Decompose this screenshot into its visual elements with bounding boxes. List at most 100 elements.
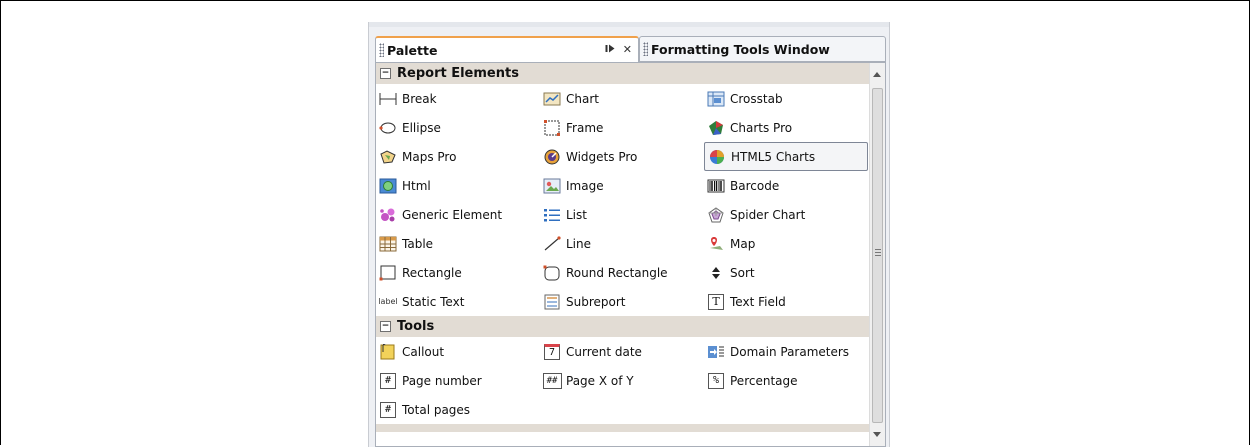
static-text-icon: label bbox=[378, 297, 398, 306]
tab-palette-label: Palette bbox=[387, 42, 438, 58]
palette-item-round-rectangle[interactable]: Round Rectangle bbox=[540, 258, 704, 287]
html-icon bbox=[378, 177, 398, 195]
palette-item-image[interactable]: Image bbox=[540, 171, 704, 200]
palette-item-list[interactable]: List bbox=[540, 200, 704, 229]
palette-item-rectangle[interactable]: Rectangle bbox=[376, 258, 540, 287]
break-icon bbox=[378, 90, 398, 108]
map-icon bbox=[706, 235, 726, 253]
item-label: HTML5 Charts bbox=[731, 149, 816, 164]
palette-item-charts-pro[interactable]: Charts Pro bbox=[704, 113, 870, 142]
palette-item-total-pages[interactable]: # Total pages bbox=[376, 395, 540, 424]
item-label: Maps Pro bbox=[402, 149, 457, 164]
palette-item-page-number[interactable]: # Page number bbox=[376, 366, 540, 395]
palette-item-percentage[interactable]: % Percentage bbox=[704, 366, 870, 395]
palette-item-domain-parameters[interactable]: Domain Parameters bbox=[704, 337, 870, 366]
percentage-glyph: % bbox=[708, 372, 724, 389]
tab-formatting-tools[interactable]: Formatting Tools Window bbox=[639, 36, 886, 62]
spider-chart-icon bbox=[706, 206, 726, 224]
line-icon bbox=[542, 235, 562, 253]
tab-formatting-label: Formatting Tools Window bbox=[651, 41, 830, 57]
report-elements-grid: Break Chart Crosstab Ellipse Frame Chart… bbox=[376, 84, 870, 316]
palette-item-html[interactable]: Html bbox=[376, 171, 540, 200]
item-label: Line bbox=[566, 236, 592, 251]
rectangle-icon bbox=[378, 264, 398, 282]
item-label: Barcode bbox=[730, 178, 780, 193]
tools-grid: Callout 7 Current date Domain Parameters… bbox=[376, 337, 870, 424]
item-label: Image bbox=[566, 178, 604, 193]
palette-item-widgets-pro[interactable]: Widgets Pro bbox=[540, 142, 704, 171]
section-title: Report Elements bbox=[397, 66, 519, 81]
palette-item-subreport[interactable]: Subreport bbox=[540, 287, 704, 316]
dock-icon[interactable] bbox=[605, 43, 616, 57]
section-title: Tools bbox=[397, 319, 435, 334]
calendar-glyph: 7 bbox=[544, 343, 560, 360]
palette-panel: − Report Elements Break Chart Crosstab E… bbox=[375, 62, 886, 447]
item-label: Rectangle bbox=[402, 265, 462, 280]
maps-pro-icon bbox=[378, 148, 398, 166]
collapse-icon[interactable]: − bbox=[380, 321, 391, 332]
page-x-of-y-glyph: ## bbox=[542, 372, 562, 389]
item-label: Generic Element bbox=[402, 207, 503, 222]
palette-content: − Report Elements Break Chart Crosstab E… bbox=[376, 63, 870, 432]
palette-item-sort[interactable]: Sort bbox=[704, 258, 870, 287]
item-label: Html bbox=[402, 178, 431, 193]
item-label: Frame bbox=[566, 120, 604, 135]
scroll-down-icon[interactable] bbox=[873, 432, 881, 437]
item-label: List bbox=[566, 207, 587, 222]
palette-item-break[interactable]: Break bbox=[376, 84, 540, 113]
palette-item-generic-element[interactable]: Generic Element bbox=[376, 200, 540, 229]
palette-item-ellipse[interactable]: Ellipse bbox=[376, 113, 540, 142]
palette-item-current-date[interactable]: 7 Current date bbox=[540, 337, 704, 366]
item-label: Page X of Y bbox=[566, 373, 634, 388]
palette-window: Palette ✕ Formatting Tools Window − Repo… bbox=[368, 22, 890, 447]
item-label: Subreport bbox=[566, 294, 626, 309]
palette-item-frame[interactable]: Frame bbox=[540, 113, 704, 142]
drag-grip-icon[interactable] bbox=[643, 42, 648, 56]
palette-item-chart[interactable]: Chart bbox=[540, 84, 704, 113]
item-label: Widgets Pro bbox=[566, 149, 638, 164]
item-label: Percentage bbox=[730, 373, 798, 388]
palette-item-barcode[interactable]: Barcode bbox=[704, 171, 870, 200]
palette-item-text-field[interactable]: T Text Field bbox=[704, 287, 870, 316]
total-pages-glyph: # bbox=[380, 401, 396, 418]
palette-item-html5-charts[interactable]: HTML5 Charts bbox=[704, 142, 868, 171]
item-label: Table bbox=[402, 236, 434, 251]
palette-item-map[interactable]: Map bbox=[704, 229, 870, 258]
close-icon[interactable]: ✕ bbox=[623, 43, 632, 57]
palette-item-spider-chart[interactable]: Spider Chart bbox=[704, 200, 870, 229]
text-field-icon: T bbox=[706, 293, 726, 311]
item-label: Domain Parameters bbox=[730, 344, 850, 359]
palette-item-maps-pro[interactable]: Maps Pro bbox=[376, 142, 540, 171]
current-date-icon: 7 bbox=[542, 343, 562, 361]
item-label: Total pages bbox=[402, 402, 471, 417]
list-icon bbox=[542, 206, 562, 224]
section-tools[interactable]: − Tools bbox=[376, 316, 870, 337]
palette-item-callout[interactable]: Callout bbox=[376, 337, 540, 366]
scroll-up-icon[interactable] bbox=[873, 72, 881, 77]
collapse-icon[interactable]: − bbox=[380, 68, 391, 79]
palette-item-table[interactable]: Table bbox=[376, 229, 540, 258]
percentage-icon: % bbox=[706, 372, 726, 390]
palette-item-page-x-of-y[interactable]: ## Page X of Y bbox=[540, 366, 704, 395]
section-report-elements[interactable]: − Report Elements bbox=[376, 63, 870, 84]
next-section-header bbox=[376, 424, 870, 432]
table-icon bbox=[378, 235, 398, 253]
page-number-icon: # bbox=[378, 372, 398, 390]
drag-grip-icon[interactable] bbox=[379, 43, 384, 57]
tab-palette[interactable]: Palette ✕ bbox=[375, 36, 639, 62]
palette-item-line[interactable]: Line bbox=[540, 229, 704, 258]
callout-icon bbox=[378, 343, 398, 361]
item-label: Chart bbox=[566, 91, 599, 106]
page-x-of-y-icon: ## bbox=[542, 372, 562, 390]
scrollbar-thumb[interactable] bbox=[872, 88, 883, 423]
chart-icon bbox=[542, 90, 562, 108]
item-label: Text Field bbox=[730, 294, 786, 309]
palette-item-crosstab[interactable]: Crosstab bbox=[704, 84, 870, 113]
crosstab-icon bbox=[706, 90, 726, 108]
charts-pro-icon bbox=[706, 119, 726, 137]
palette-item-static-text[interactable]: label Static Text bbox=[376, 287, 540, 316]
vertical-scrollbar[interactable] bbox=[869, 63, 885, 446]
page-number-glyph: # bbox=[380, 372, 396, 389]
barcode-icon bbox=[706, 177, 726, 195]
item-label: Charts Pro bbox=[730, 120, 793, 135]
